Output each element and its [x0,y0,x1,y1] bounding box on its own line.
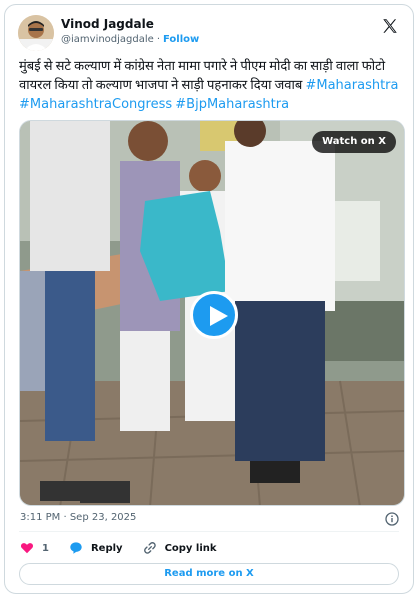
reply-button[interactable]: Reply [69,541,123,555]
follow-button[interactable]: Follow [163,34,199,45]
link-icon [143,542,156,554]
avatar[interactable] [18,15,54,51]
reply-bubble-icon [70,542,82,554]
tweet-text: मुंबई से सटे कल्याण में कांग्रेस नेता मा… [19,57,407,114]
info-icon[interactable] [385,511,399,526]
hashtag-link[interactable]: #BjpMaharashtra [175,97,289,112]
heart-icon [20,543,34,554]
author-name[interactable]: Vinod Jagdale [61,17,199,32]
hashtag-link[interactable]: #MaharashtraCongress [19,97,172,112]
like-button[interactable]: 1 [20,541,49,555]
author-handle[interactable]: @iamvinodjagdale [61,34,154,45]
divider [19,531,399,532]
tweet-card: Vinod Jagdale @iamvinodjagdale · Follow मु… [4,4,414,594]
action-bar: 1 Reply Copy link [20,539,237,557]
hashtag-link[interactable]: #Maharashtra [305,78,398,93]
read-more-button[interactable]: Read more on X [19,563,399,585]
watch-on-x-badge[interactable]: Watch on X [312,131,396,153]
play-icon [210,306,228,326]
avatar-image [18,15,54,51]
copy-link-label: Copy link [164,542,217,554]
author-info: Vinod Jagdale @iamvinodjagdale · Follow [61,17,199,48]
like-count: 1 [42,542,49,554]
copy-link-button[interactable]: Copy link [143,541,217,555]
reply-label: Reply [90,542,123,554]
play-button[interactable] [190,291,238,339]
video-player[interactable]: Watch on X [19,120,405,506]
x-logo-icon[interactable] [381,17,399,35]
tweet-timestamp[interactable]: 3:11 PM · Sep 23, 2025 [20,512,136,523]
separator: · [156,34,160,45]
author-handle-line: @iamvinodjagdale · Follow [61,32,199,48]
